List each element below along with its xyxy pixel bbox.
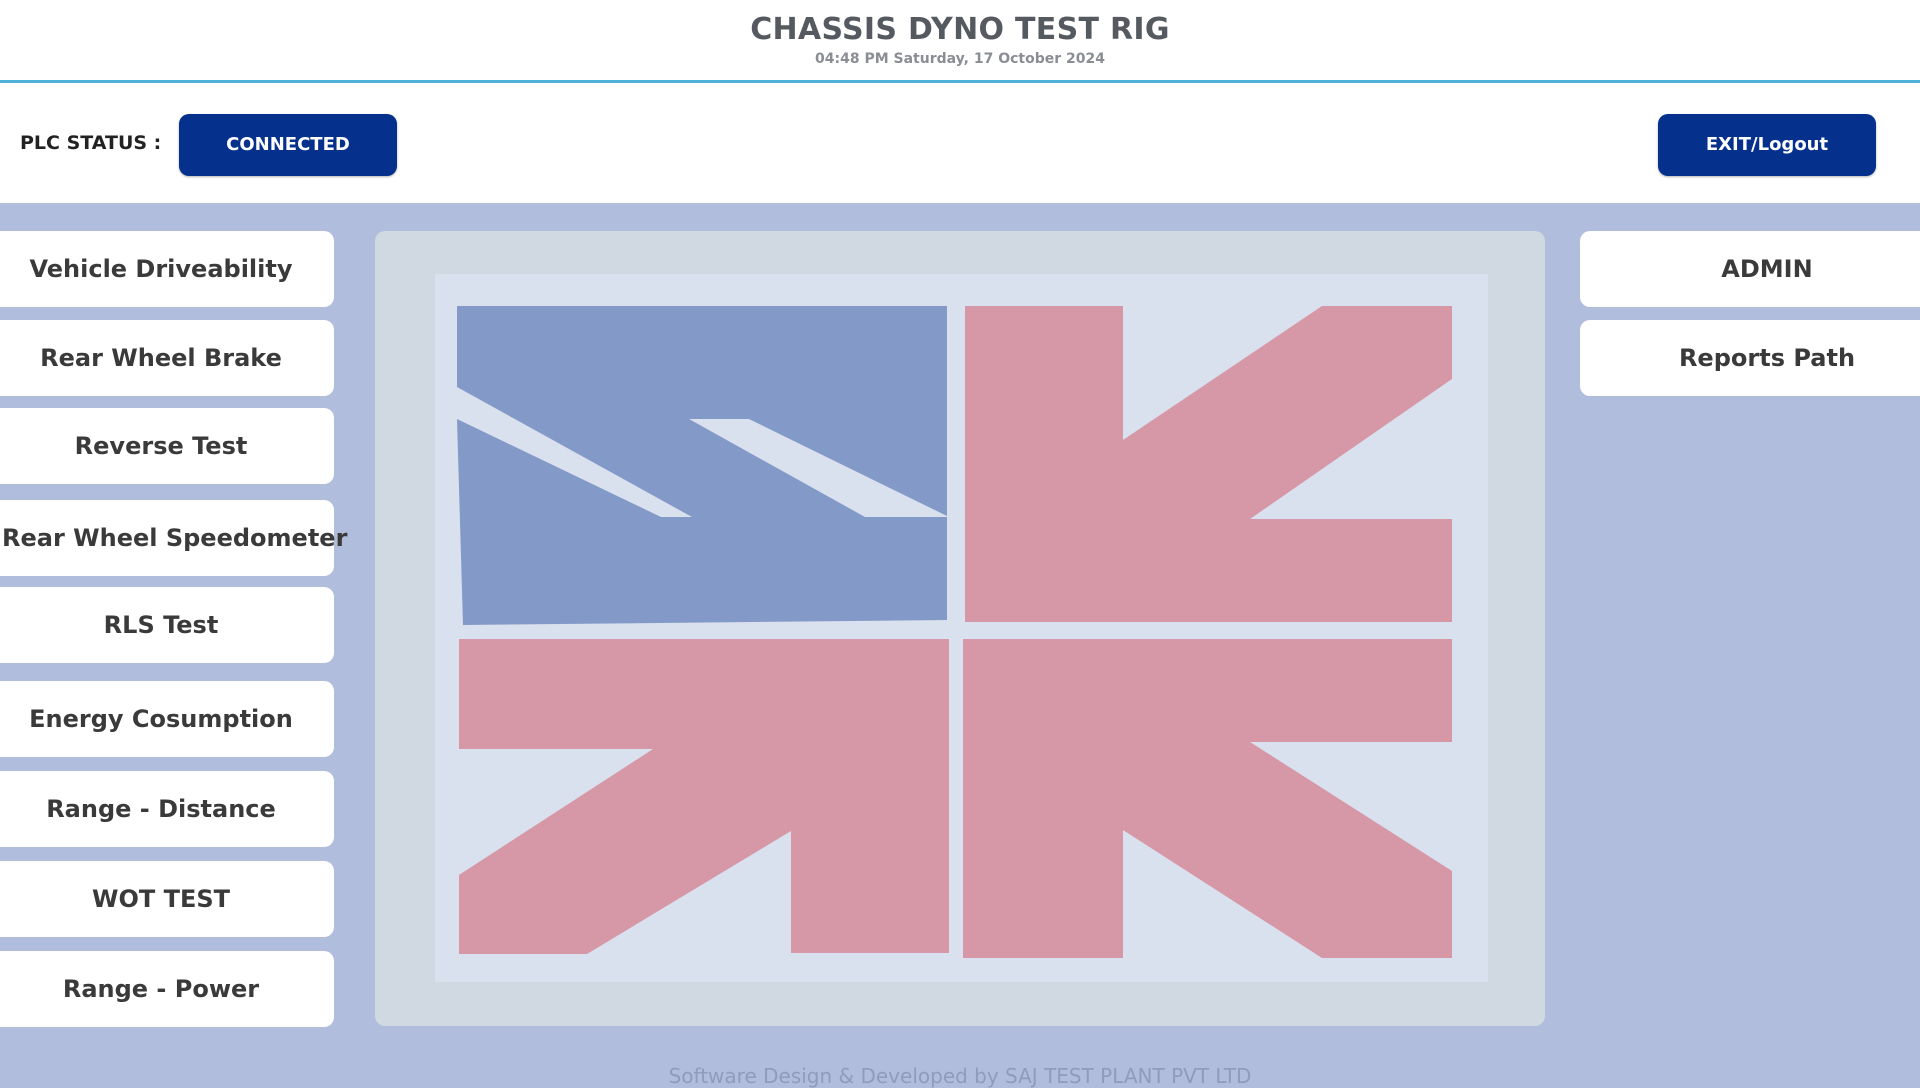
menu-item-label: RLS Test xyxy=(103,611,219,639)
footer-credit: Software Design & Developed by SAJ TEST … xyxy=(668,1064,1252,1088)
logo-pink-bottom-right xyxy=(963,639,1452,958)
menu-item-label: Range - Distance xyxy=(46,795,276,823)
plc-connected-button[interactable]: CONNECTED xyxy=(179,114,397,176)
menu-item-label: ADMIN xyxy=(1721,255,1813,283)
menu-item-label: Rear Wheel Speedometer xyxy=(2,524,348,552)
plc-status-label: PLC STATUS : xyxy=(20,132,162,154)
app-header: CHASSIS DYNO TEST RIG 04:48 PM Saturday,… xyxy=(0,0,1920,83)
logo-blue-block xyxy=(457,306,947,625)
menu-item-label: Reverse Test xyxy=(74,432,248,460)
menu-range-power-button[interactable]: Range - Power xyxy=(0,951,334,1027)
reports-path-button[interactable]: Reports Path xyxy=(1580,320,1920,396)
menu-rls-test-button[interactable]: RLS Test xyxy=(0,587,334,663)
exit-logout-button[interactable]: EXIT/Logout xyxy=(1658,114,1876,176)
menu-item-label: Rear Wheel Brake xyxy=(40,344,282,372)
menu-range-distance-button[interactable]: Range - Distance xyxy=(0,771,334,847)
logo-area xyxy=(435,274,1488,982)
menu-item-label: WOT TEST xyxy=(91,885,231,913)
menu-rear-wheel-brake-button[interactable]: Rear Wheel Brake xyxy=(0,320,334,396)
menu-item-label: Energy Cosumption xyxy=(29,705,293,733)
company-logo-icon xyxy=(457,306,1452,958)
menu-energy-consumption-button[interactable]: Energy Cosumption xyxy=(0,681,334,757)
logo-pink-top-right xyxy=(965,306,1452,622)
menu-item-label: Vehicle Driveability xyxy=(29,255,293,283)
logo-pink-bottom-left xyxy=(459,639,949,954)
menu-reverse-test-button[interactable]: Reverse Test xyxy=(0,408,334,484)
menu-vehicle-driveability-button[interactable]: Vehicle Driveability xyxy=(0,231,334,307)
menu-rear-wheel-speedometer-button[interactable]: Rear Wheel Speedometer xyxy=(0,500,348,576)
datetime-display: 04:48 PM Saturday, 17 October 2024 xyxy=(815,51,1105,67)
menu-item-label: Range - Power xyxy=(62,975,260,1003)
status-bar: PLC STATUS : CONNECTED EXIT/Logout xyxy=(0,83,1920,203)
menu-wot-test-button[interactable]: WOT TEST xyxy=(0,861,334,937)
app-title: CHASSIS DYNO TEST RIG xyxy=(750,12,1170,47)
menu-item-label: Reports Path xyxy=(1678,344,1856,372)
admin-button[interactable]: ADMIN xyxy=(1580,231,1920,307)
